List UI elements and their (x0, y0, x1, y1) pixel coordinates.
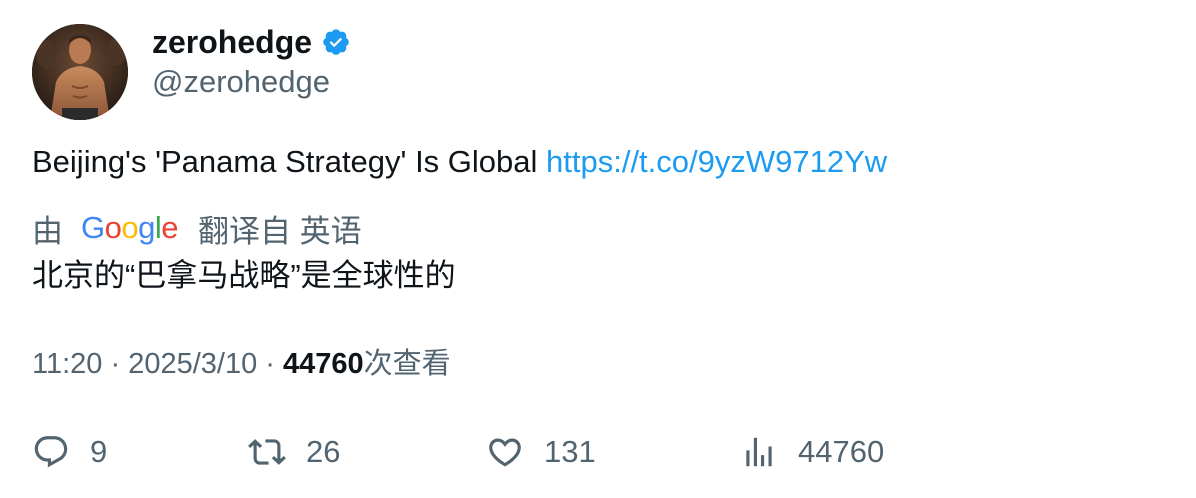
translation-suffix: 翻译自 英语 (198, 213, 362, 249)
user-handle[interactable]: @zerohedge (152, 63, 330, 101)
meta-separator-2: · (257, 348, 283, 380)
views-action-count: 44760 (798, 434, 885, 469)
retweet-icon (248, 439, 286, 465)
tweet-body: Beijing's 'Panama Strategy' Is Global (32, 144, 547, 179)
analytics-icon (746, 437, 772, 467)
tweet-link[interactable]: https://t.co/9yzW9712Yw (546, 144, 887, 179)
tweet-text: Beijing's 'Panama Strategy' Is Global ht… (32, 142, 887, 182)
retweet-button[interactable]: 26 (248, 430, 340, 474)
reply-icon (34, 436, 68, 468)
like-button[interactable]: 131 (486, 430, 596, 474)
heart-icon (489, 438, 521, 467)
like-count: 131 (544, 434, 596, 469)
tweet-meta: 11:20 · 2025/3/10 · 44760次查看 (32, 344, 451, 384)
verified-badge-icon[interactable] (321, 27, 351, 57)
translated-text: 北京的“巴拿马战略”是全球性的 (32, 258, 456, 293)
retweet-count: 26 (306, 434, 341, 469)
translation-prefix: 由 (32, 213, 63, 249)
views-count: 44760 (283, 348, 364, 380)
meta-separator: · (102, 348, 129, 380)
google-logo-icon: Google (81, 210, 179, 245)
tweet-date[interactable]: 2025/3/10 (128, 348, 257, 380)
avatar[interactable] (32, 24, 128, 120)
tweet-time[interactable]: 11:20 (32, 348, 102, 380)
reply-count: 9 (90, 434, 108, 469)
views-label: 次查看 (363, 348, 451, 380)
display-name-row: zerohedge (152, 22, 351, 62)
translation-attribution[interactable]: 由 Google 翻译自 英语 (32, 208, 362, 249)
display-name[interactable]: zerohedge (152, 22, 312, 62)
reply-button[interactable]: 9 (32, 430, 107, 474)
views-button[interactable]: 44760 (740, 430, 884, 474)
